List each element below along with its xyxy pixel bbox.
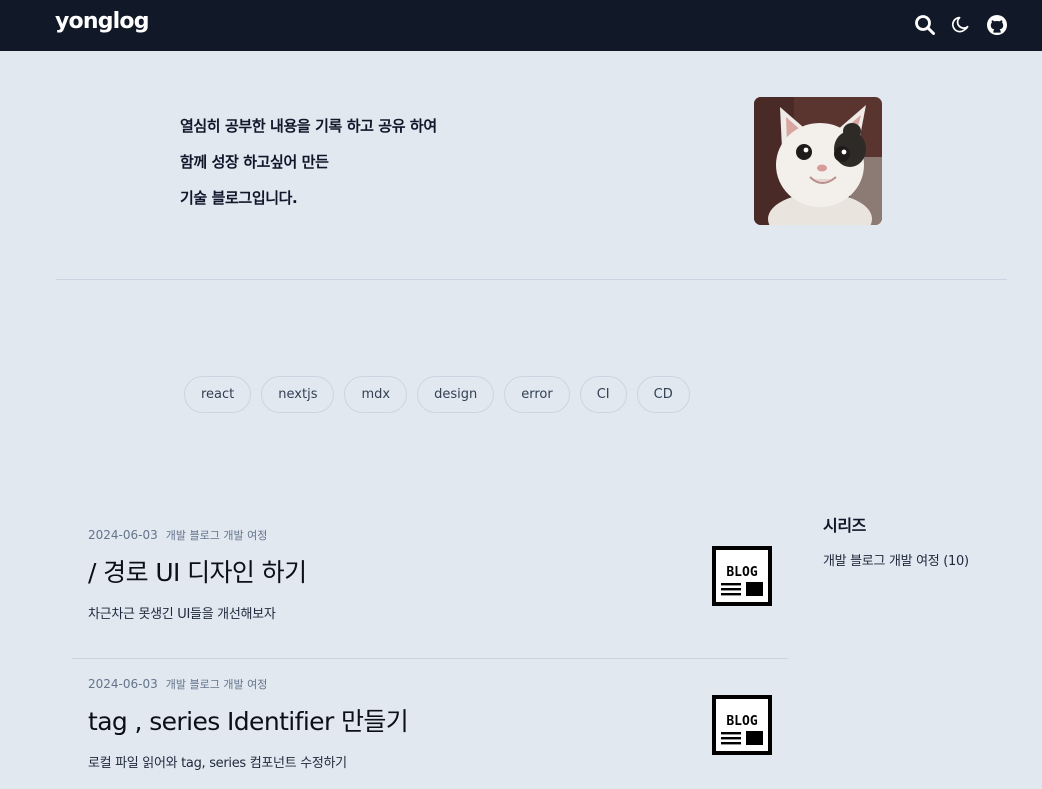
- site-logo[interactable]: yonglog: [55, 9, 149, 34]
- intro-line: 열심히 공부한 내용을 기록 하고 공유 하여: [180, 117, 437, 135]
- intro-line: 함께 성장 하고싶어 만든: [180, 153, 329, 171]
- post-card[interactable]: 2024-06-03 개발 블로그 개발 여정 / 경로 UI 디자인 하기 차…: [88, 527, 788, 622]
- tag-nextjs[interactable]: nextjs: [261, 376, 335, 413]
- series-sidebar: 시리즈 개발 블로그 개발 여정 (10): [823, 512, 1023, 569]
- tag-list: react nextjs mdx design error CI CD: [184, 376, 690, 413]
- post-title[interactable]: / 경로 UI 디자인 하기: [88, 553, 788, 589]
- sidebar-title: 시리즈: [823, 516, 866, 535]
- post-description: 차근차근 못생긴 UI들을 개선해보자: [88, 607, 276, 622]
- post-meta: 2024-06-03 개발 블로그 개발 여정: [88, 527, 788, 543]
- post-card[interactable]: 2024-06-03 개발 블로그 개발 여정 tag , series Ide…: [88, 676, 788, 771]
- post-series[interactable]: 개발 블로그 개발 여정: [166, 527, 268, 543]
- post-series[interactable]: 개발 블로그 개발 여정: [166, 676, 268, 692]
- tag-error[interactable]: error: [504, 376, 570, 413]
- moon-icon[interactable]: [948, 12, 974, 38]
- post-description: 로컬 파일 읽어와 tag, series 컴포넌트 수정하기: [88, 756, 347, 771]
- tag-ci[interactable]: CI: [579, 376, 627, 413]
- top-navbar: yonglog: [0, 0, 1042, 51]
- tag-mdx[interactable]: mdx: [344, 376, 408, 413]
- intro-text: 열심히 공부한 내용을 기록 하고 공유 하여 함께 성장 하고싶어 만든 기술…: [180, 108, 437, 216]
- post-thumbnail[interactable]: BLOG: [712, 546, 772, 606]
- post-date: 2024-06-03: [88, 528, 158, 542]
- post-divider: [72, 658, 788, 659]
- thumbnail-label: BLOG: [726, 565, 757, 580]
- post-title[interactable]: tag , series Identifier 만들기: [88, 702, 788, 738]
- intro-line: 기술 블로그입니다.: [180, 189, 298, 207]
- tag-react[interactable]: react: [184, 376, 252, 413]
- search-icon[interactable]: [912, 12, 938, 38]
- post-date: 2024-06-03: [88, 677, 158, 691]
- section-divider: [56, 279, 1007, 280]
- tag-cd[interactable]: CD: [636, 376, 690, 413]
- post-thumbnail[interactable]: BLOG: [712, 695, 772, 755]
- tag-design[interactable]: design: [417, 376, 495, 413]
- sidebar-series-item[interactable]: 개발 블로그 개발 여정 (10): [823, 550, 1023, 569]
- profile-avatar: [754, 97, 882, 225]
- post-meta: 2024-06-03 개발 블로그 개발 여정: [88, 676, 788, 692]
- github-icon[interactable]: [984, 12, 1010, 38]
- thumbnail-label: BLOG: [726, 714, 757, 729]
